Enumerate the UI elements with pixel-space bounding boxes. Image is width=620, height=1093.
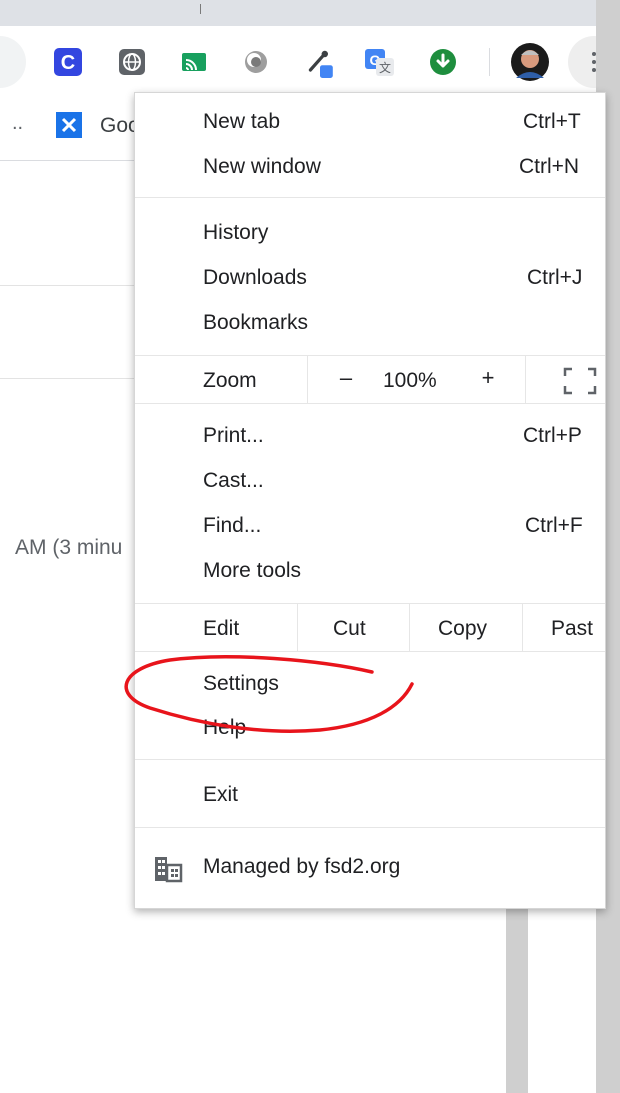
menu-divider (135, 403, 605, 404)
menu-item-label: New window (203, 155, 321, 178)
bookmarks-overflow[interactable]: .. (12, 112, 23, 135)
x-square-icon[interactable] (56, 112, 82, 138)
globe-extension-icon[interactable] (116, 46, 148, 78)
tab-strip (0, 0, 596, 26)
menu-item-label: Settings (203, 672, 279, 695)
menu-item-more-tools[interactable]: More tools (135, 550, 605, 594)
browser-toolbar: C G文 (0, 26, 620, 98)
zoom-out-button[interactable]: – (331, 365, 361, 397)
toolbar-separator (489, 48, 490, 76)
menu-item-new-tab[interactable]: New tab Ctrl+T (135, 101, 605, 145)
menu-item-downloads[interactable]: Downloads Ctrl+J (135, 257, 605, 301)
menu-item-shortcut: Ctrl+T (523, 110, 581, 133)
circle-extension-icon[interactable] (240, 46, 272, 78)
zoom-divider (307, 355, 308, 403)
fullscreen-icon[interactable] (563, 367, 597, 395)
translate-extension-icon[interactable]: G文 (364, 46, 396, 78)
avatar[interactable] (510, 42, 550, 82)
menu-item-label: Cast... (203, 469, 264, 492)
menu-item-shortcut: Ctrl+N (519, 155, 580, 178)
zoom-in-button[interactable]: + (473, 365, 503, 397)
address-bar-end[interactable] (0, 36, 26, 88)
paste-button[interactable]: Past (551, 617, 593, 641)
menu-divider (135, 197, 605, 198)
menu-item-shortcut: Ctrl+P (523, 424, 582, 447)
menu-item-new-window[interactable]: New window Ctrl+N (135, 146, 605, 190)
menu-item-shortcut: Ctrl+J (527, 266, 583, 289)
menu-item-find[interactable]: Find... Ctrl+F (135, 505, 605, 549)
menu-item-label: New tab (203, 110, 281, 133)
c-extension-icon[interactable]: C (52, 46, 84, 78)
browser-main-menu: New tab Ctrl+T New window Ctrl+N History… (134, 92, 606, 909)
copy-button[interactable]: Copy (438, 617, 487, 641)
menu-item-shortcut: Ctrl+F (525, 514, 583, 537)
menu-item-cast[interactable]: Cast... (135, 460, 605, 504)
menu-item-label: Exit (203, 783, 239, 806)
page-scrollbar[interactable] (506, 905, 528, 1093)
menu-divider (135, 603, 605, 604)
menu-divider (135, 651, 605, 652)
cast-extension-icon[interactable] (178, 46, 210, 78)
menu-item-settings[interactable]: Settings (135, 663, 605, 707)
edit-divider (297, 603, 298, 651)
menu-item-history[interactable]: History (135, 212, 605, 256)
menu-item-label: Help (203, 716, 247, 739)
menu-divider (135, 759, 605, 760)
zoom-label: Zoom (203, 369, 257, 392)
menu-item-label: Bookmarks (203, 311, 309, 334)
menu-item-label: Downloads (203, 266, 307, 289)
menu-item-label: Find... (203, 514, 262, 537)
tab-separator (200, 4, 201, 14)
svg-text:C: C (61, 52, 75, 74)
edit-divider (522, 603, 523, 651)
menu-item-bookmarks[interactable]: Bookmarks (135, 302, 605, 346)
menu-item-exit[interactable]: Exit (135, 774, 605, 818)
menu-item-label: History (203, 221, 269, 244)
menu-item-label: More tools (203, 559, 302, 582)
zoom-value: 100% (383, 369, 437, 392)
managed-by-label: Managed by fsd2.org (203, 855, 401, 878)
menu-item-label: Print... (203, 424, 264, 447)
edit-divider (409, 603, 410, 651)
page-divider (0, 378, 134, 379)
menu-divider (135, 827, 605, 828)
menu-divider (135, 355, 605, 356)
cut-button[interactable]: Cut (333, 617, 366, 641)
menu-item-print[interactable]: Print... Ctrl+P (135, 415, 605, 459)
zoom-divider (525, 355, 526, 403)
page-timestamp-text: AM (3 minu (15, 536, 123, 559)
menu-item-help[interactable]: Help (135, 707, 605, 751)
svg-text:文: 文 (379, 60, 391, 75)
edit-label: Edit (203, 617, 240, 640)
building-icon (153, 855, 183, 883)
page-divider (0, 285, 134, 286)
download-extension-icon[interactable] (427, 46, 459, 78)
eyedropper-extension-icon[interactable] (304, 46, 336, 78)
